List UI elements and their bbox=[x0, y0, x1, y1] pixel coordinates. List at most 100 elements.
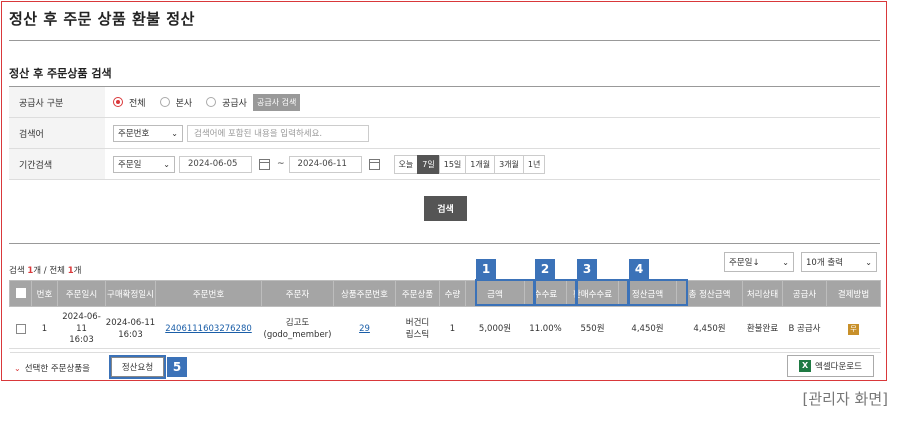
sort-select-value: 주문일↓ bbox=[729, 258, 760, 268]
highlight-sales-fee-header bbox=[576, 279, 629, 306]
col-header: 주문번호 bbox=[155, 280, 262, 307]
confirm-date-line2: 16:03 bbox=[118, 329, 143, 340]
period-cell: 주문일 ⌄ 2024-06-05 ~ 2024-06-11 오늘 7일 15일 … bbox=[105, 149, 880, 179]
keyword-cell: 주문번호 ⌄ 검색어에 포함된 내용을 입력하세요. bbox=[105, 118, 880, 148]
callout-badge-1: 1 bbox=[476, 259, 496, 279]
keyword-label: 검색어 bbox=[9, 118, 105, 148]
cell-total-settle: 4,450원 bbox=[676, 306, 743, 353]
excel-download-label: 엑셀다운로드 bbox=[815, 362, 862, 372]
result-count: 검색 1개 / 전체 1개 bbox=[9, 264, 81, 276]
radio-hq[interactable] bbox=[159, 97, 170, 107]
callout-badge-2: 2 bbox=[535, 259, 555, 279]
date-separator: ~ bbox=[277, 159, 285, 169]
cell-status: 환불완료 bbox=[742, 306, 783, 353]
supplier-options: 전체 본사 공급사 공급사 검색 bbox=[105, 87, 880, 117]
radio-supplier-label: 공급사 bbox=[222, 98, 247, 109]
cell-sales-fee: 550원 bbox=[566, 306, 619, 353]
cell-item-order-no: 29 bbox=[333, 306, 396, 353]
cell-payment: 무 bbox=[826, 306, 881, 353]
payment-method-icon: 무 bbox=[848, 323, 859, 335]
cell-amount: 5,000원 bbox=[465, 306, 525, 353]
order-date-line3: 16:03 bbox=[69, 335, 94, 346]
row-checkbox[interactable] bbox=[15, 323, 26, 334]
table-row: 1 2024-06- 11 16:03 2024-06-11 16:03 240611… bbox=[9, 306, 881, 353]
results-divider bbox=[9, 243, 880, 244]
orders-table: 번호 주문일시 구매확정일시 주문번호 주문자 상품주문번호 주문상품 수량 금… bbox=[9, 280, 881, 353]
highlight-fee-header bbox=[534, 279, 577, 306]
col-header: 주문상품 bbox=[395, 280, 440, 307]
item-line2: 립스틱 bbox=[405, 329, 430, 340]
cell-confirm-date: 2024-06-11 16:03 bbox=[105, 306, 156, 353]
orderer-name: 김고도 bbox=[285, 318, 310, 329]
per-page-select[interactable]: 10개 출력 ⌄ bbox=[801, 252, 877, 272]
supplier-label: 공급사 구분 bbox=[9, 87, 105, 117]
cell-no: 1 bbox=[31, 306, 58, 353]
cell-supplier: B 공급사 bbox=[782, 306, 827, 353]
keyword-type-select[interactable]: 주문번호 ⌄ bbox=[113, 124, 183, 142]
count-unit1: 개 / 전체 bbox=[33, 266, 68, 276]
supplier-search-button[interactable]: 공급사 검색 bbox=[252, 93, 301, 111]
period-1year[interactable]: 1년 bbox=[522, 154, 546, 174]
sort-select[interactable]: 주문일↓ ⌄ bbox=[724, 252, 794, 272]
cell-item: 버건디 립스틱 bbox=[395, 306, 440, 353]
chevron-down-icon: ⌄ bbox=[782, 257, 789, 267]
period-7days[interactable]: 7일 bbox=[417, 154, 440, 174]
highlight-settle-amount-header bbox=[628, 279, 688, 306]
calendar-icon[interactable] bbox=[259, 158, 270, 170]
period-type-select[interactable]: 주문일 ⌄ bbox=[113, 155, 175, 173]
period-1month[interactable]: 1개월 bbox=[465, 154, 496, 174]
order-no-link[interactable]: 2406111603276280 bbox=[165, 324, 252, 334]
callout-badge-3: 3 bbox=[577, 259, 597, 279]
callout-badge-4: 4 bbox=[629, 259, 649, 279]
col-header: 구매확정일시 bbox=[105, 280, 156, 307]
period-15days[interactable]: 15일 bbox=[438, 154, 467, 174]
highlight-amount-header bbox=[475, 279, 535, 306]
confirm-date-line1: 2024-06-11 bbox=[105, 318, 156, 329]
col-header: 번호 bbox=[31, 280, 58, 307]
col-header: 주문자 bbox=[261, 280, 334, 307]
cell-qty: 1 bbox=[439, 306, 466, 353]
order-date-line1: 2024-06- bbox=[62, 312, 101, 323]
keyword-type-value: 주문번호 bbox=[118, 129, 150, 139]
table-header-row: 번호 주문일시 구매확정일시 주문번호 주문자 상품주문번호 주문상품 수량 금… bbox=[9, 280, 881, 307]
search-button[interactable]: 검색 bbox=[424, 196, 467, 221]
page-title: 정산 후 주문 상품 환불 정산 bbox=[9, 10, 195, 28]
keyword-input[interactable]: 검색어에 포함된 내용을 입력하세요. bbox=[187, 124, 369, 142]
chevron-down-icon: ⌄ bbox=[14, 363, 21, 373]
period-type-value: 주문일 bbox=[118, 160, 142, 170]
excel-download-button[interactable]: X 엑셀다운로드 bbox=[787, 355, 874, 377]
select-all-checkbox[interactable] bbox=[15, 288, 26, 299]
item-order-no-link[interactable]: 29 bbox=[359, 324, 370, 334]
col-header: 수량 bbox=[439, 280, 466, 307]
callout-badge-5: 5 bbox=[167, 357, 187, 377]
item-line1: 버건디 bbox=[405, 318, 430, 329]
section-title: 정산 후 주문상품 검색 bbox=[9, 67, 112, 80]
per-page-value: 10개 출력 bbox=[806, 258, 843, 268]
count-unit2: 개 bbox=[73, 266, 82, 276]
radio-all[interactable] bbox=[113, 97, 123, 107]
col-header: 상품주문번호 bbox=[333, 280, 396, 307]
col-header: 처리상태 bbox=[742, 280, 783, 307]
chevron-down-icon: ⌄ bbox=[163, 159, 170, 169]
period-today[interactable]: 오늘 bbox=[393, 154, 419, 174]
title-divider bbox=[9, 40, 880, 41]
figure-caption: [관리자 화면] bbox=[802, 390, 888, 408]
radio-hq-label: 본사 bbox=[175, 98, 193, 109]
supplier-row: 공급사 구분 전체 본사 공급사 공급사 검색 bbox=[9, 87, 880, 118]
col-header: 공급사 bbox=[782, 280, 827, 307]
keyword-row: 검색어 주문번호 ⌄ 검색어에 포함된 내용을 입력하세요. bbox=[9, 118, 880, 149]
calendar-icon[interactable] bbox=[368, 158, 380, 170]
period-3months[interactable]: 3개월 bbox=[494, 154, 524, 174]
radio-supplier[interactable] bbox=[206, 97, 217, 107]
cell-order-no: 2406111603276280 bbox=[155, 306, 262, 353]
excel-icon: X bbox=[799, 360, 812, 372]
header-checkbox-cell bbox=[9, 280, 32, 307]
col-header: 결제방법 bbox=[826, 280, 881, 307]
cell-fee: 11.00% bbox=[524, 306, 567, 353]
selected-items-text: 선택한 주문상품을 bbox=[24, 364, 90, 374]
date-to-input[interactable]: 2024-06-11 bbox=[288, 155, 362, 173]
count-prefix: 검색 bbox=[9, 266, 28, 276]
date-from-input[interactable]: 2024-06-05 bbox=[179, 155, 252, 173]
selected-items-label: ⌄ 선택한 주문상품을 bbox=[14, 362, 90, 375]
chevron-down-icon: ⌄ bbox=[865, 257, 872, 267]
